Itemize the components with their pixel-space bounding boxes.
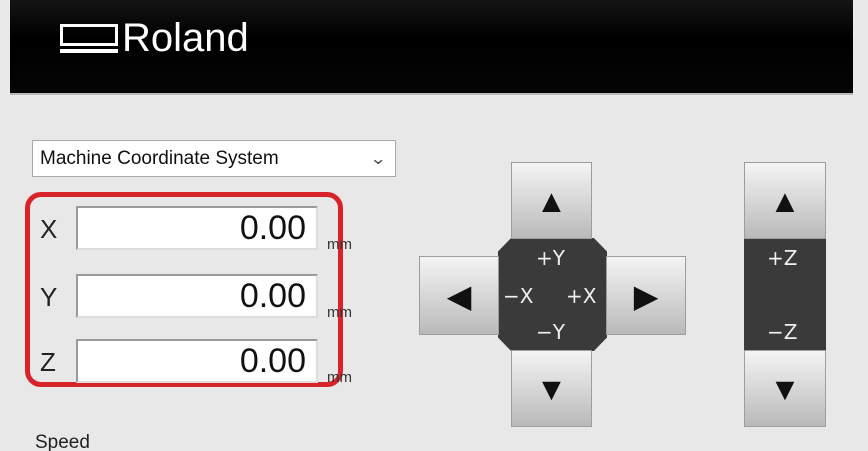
z-value-field[interactable]: 0.00	[76, 339, 318, 383]
arrow-right-icon: ▶	[633, 277, 659, 314]
move-minus-z-button[interactable]: ▼	[744, 350, 826, 427]
chevron-down-icon: ⌄	[369, 148, 387, 168]
arrow-up-icon: ▲	[535, 182, 568, 219]
minus-y-label: −Y	[536, 320, 565, 344]
y-unit: mm	[327, 304, 352, 321]
arrow-left-icon: ◀	[446, 277, 472, 314]
speed-label: Speed	[35, 432, 90, 451]
move-minus-x-button[interactable]: ◀	[419, 256, 499, 335]
x-unit: mm	[327, 236, 352, 253]
move-plus-x-button[interactable]: ▶	[606, 256, 686, 335]
roland-logo-icon	[58, 22, 120, 54]
y-value-field[interactable]: 0.00	[76, 274, 318, 318]
axis-label-x: X	[40, 214, 58, 244]
z-unit: mm	[327, 369, 352, 386]
minus-x-label: −X	[503, 284, 534, 308]
move-plus-y-button[interactable]: ▲	[511, 162, 592, 239]
plus-z-label: +Z	[767, 246, 798, 270]
x-value-field[interactable]: 0.00	[76, 206, 318, 250]
app-header: Roland	[10, 0, 853, 93]
plus-x-label: +X	[566, 284, 597, 308]
brand-name: Roland	[122, 16, 249, 60]
roland-logo: Roland	[58, 18, 249, 58]
arrow-up-icon: ▲	[769, 182, 801, 219]
coordinate-system-value: Machine Coordinate System	[40, 147, 279, 169]
move-plus-z-button[interactable]: ▲	[744, 162, 826, 239]
axis-label-y: Y	[40, 282, 58, 312]
minus-z-label: −Z	[767, 320, 798, 344]
plus-y-label: +Y	[536, 246, 565, 270]
axis-label-z: Z	[40, 347, 56, 377]
coordinate-system-select[interactable]: Machine Coordinate System ⌄	[32, 140, 396, 177]
move-minus-y-button[interactable]: ▼	[511, 350, 592, 427]
arrow-down-icon: ▼	[769, 370, 801, 407]
arrow-down-icon: ▼	[535, 370, 568, 407]
